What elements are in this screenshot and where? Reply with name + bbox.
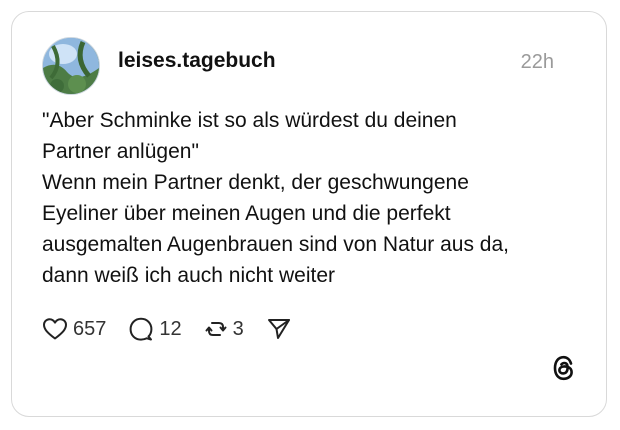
like-button[interactable]: 657 [42,317,106,341]
share-button[interactable] [266,317,292,341]
speech-bubble-icon [129,317,153,341]
reply-button[interactable]: 12 [128,316,182,342]
threads-logo-icon [550,353,578,388]
like-count: 657 [73,317,107,340]
avatar[interactable] [42,37,100,95]
repost-icon [205,322,227,336]
reply-count: 12 [159,317,182,340]
avatar-image [43,38,99,94]
action-bar: 657 12 3 [42,314,314,344]
post-text: "Aber Schminke ist so als würdest du dei… [42,109,509,287]
post-card[interactable]: leises.tagebuch 22h "Aber Schminke ist s… [11,11,607,417]
repost-count: 3 [232,317,244,340]
post-timestamp: 22h [520,51,554,73]
username[interactable]: leises.tagebuch [118,49,276,73]
repost-button[interactable]: 3 [204,317,244,341]
send-icon [267,319,290,339]
heart-icon [43,318,67,340]
